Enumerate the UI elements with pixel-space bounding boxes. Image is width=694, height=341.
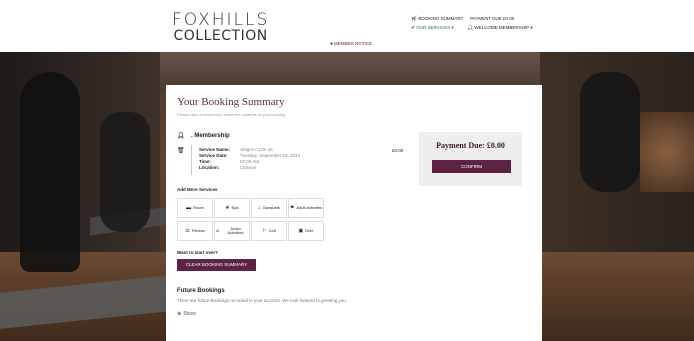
bell-icon: ⌂	[258, 204, 262, 211]
tile-label: Junior Activities	[227, 225, 244, 235]
tile-label: Adult Activities	[296, 204, 323, 210]
our-services-label: OUR SERVICES	[416, 25, 451, 30]
top-header: FOXHILLS COLLECTION 🛒︎BOOKING SUMMARY PA…	[0, 0, 694, 52]
service-tile-dine[interactable]: ▣ Dine	[288, 221, 324, 241]
service-price: £0.00	[392, 148, 404, 153]
flag-icon: ⚐	[262, 227, 267, 234]
activities-icon: ⚑	[289, 204, 295, 211]
foxhills-logo[interactable]: FOXHILLS COLLECTION	[172, 12, 269, 44]
add-services-label: Add More Services	[177, 187, 218, 192]
payment-due-heading: Payment Due: £0.00	[436, 141, 505, 150]
tile-label: Fitness	[191, 227, 205, 233]
show-toggle[interactable]: ⊕ Show	[177, 311, 196, 317]
show-label: Show	[183, 311, 196, 317]
service-tile-junior-activities[interactable]: ☺ Junior Activities	[214, 221, 250, 241]
user-icon: 👤︎	[177, 133, 185, 139]
service-tile-spa[interactable]: ❦ Spa	[214, 198, 250, 218]
service-tile-room[interactable]: ▬ Room	[177, 198, 213, 218]
child-icon: ☺	[215, 227, 221, 234]
user-icon: 👤︎	[467, 25, 474, 31]
service-tile-adult-activities[interactable]: ⚑ Adult Activities	[288, 198, 324, 218]
dine-icon: ▣	[298, 227, 304, 234]
welcome-menu[interactable]: 👤︎WELCOME MEMBERSHIP ▾	[467, 25, 533, 31]
member-name: . Membership	[191, 133, 230, 139]
service-location-label: Location:	[199, 165, 220, 170]
check-icon: ✔	[411, 25, 416, 31]
our-services-menu[interactable]: ✔OUR SERVICES ▾	[411, 25, 454, 31]
logo-line2: COLLECTION	[173, 28, 268, 44]
future-bookings-text: There are future Bookings recorded in yo…	[177, 298, 348, 303]
service-details: Service Name: Stages Cycle 45 Service Dat…	[199, 147, 300, 171]
trash-icon[interactable]: 🗑︎	[177, 147, 185, 154]
future-bookings-title: Future Bookings	[177, 288, 225, 294]
chevron-down-icon: ▾	[451, 25, 454, 30]
booking-summary-link[interactable]: 🛒︎BOOKING SUMMARY	[411, 16, 464, 22]
page-title: Your Booking Summary	[177, 96, 285, 108]
member-notice-label: MEMBER NOTICE	[334, 41, 373, 46]
service-tile-golf[interactable]: ⚐ Golf	[251, 221, 287, 241]
fitness-icon: ⚖	[185, 227, 190, 234]
cart-icon: 🛒︎	[411, 16, 418, 22]
booking-summary-card: Your Booking Summary Please take a momen…	[166, 85, 542, 341]
info-circle-icon: ●	[330, 41, 334, 47]
service-tile-fitness[interactable]: ⚖ Fitness	[177, 221, 213, 241]
leaf-icon: ❦	[225, 204, 230, 211]
plus-circle-icon: ⊕	[177, 311, 182, 317]
tile-label: Golf	[268, 227, 276, 233]
tile-label: Spa	[231, 204, 239, 210]
payment-due-link[interactable]: PAYMENT DUE £0.00	[470, 16, 514, 21]
start-over-label: Want to start over?	[177, 250, 218, 255]
clear-booking-summary-button[interactable]: CLEAR BOOKING SUMMARY	[177, 259, 256, 271]
welcome-label: WELCOME MEMBERSHIP	[474, 25, 530, 30]
tile-label: Dine	[305, 227, 314, 233]
payment-due-label: PAYMENT DUE £0.00	[470, 16, 515, 21]
payment-panel: Payment Due: £0.00 CONFIRM	[419, 132, 522, 186]
chevron-down-icon: ▾	[530, 25, 533, 30]
page-subtitle: Please take a moment to review the conte…	[177, 112, 287, 117]
bed-icon: ▬	[186, 204, 192, 211]
tile-label: Banquets	[263, 204, 280, 210]
service-tile-banquets[interactable]: ⌂ Banquets	[251, 198, 287, 218]
logo-line1: FOXHILLS	[172, 10, 270, 30]
divider	[191, 145, 192, 175]
confirm-button[interactable]: CONFIRM	[432, 160, 511, 173]
member-notice-link[interactable]: ●MEMBER NOTICE	[330, 41, 372, 47]
booking-summary-label: BOOKING SUMMARY	[418, 16, 464, 21]
service-location-value: Classes	[240, 165, 257, 170]
services-grid: ▬ Room ❦ Spa ⌂ Banquets ⚑ Adult Activities ⚖…	[177, 198, 325, 242]
tile-label: Room	[193, 204, 204, 210]
member-row: 👤︎ . Membership	[177, 132, 230, 139]
